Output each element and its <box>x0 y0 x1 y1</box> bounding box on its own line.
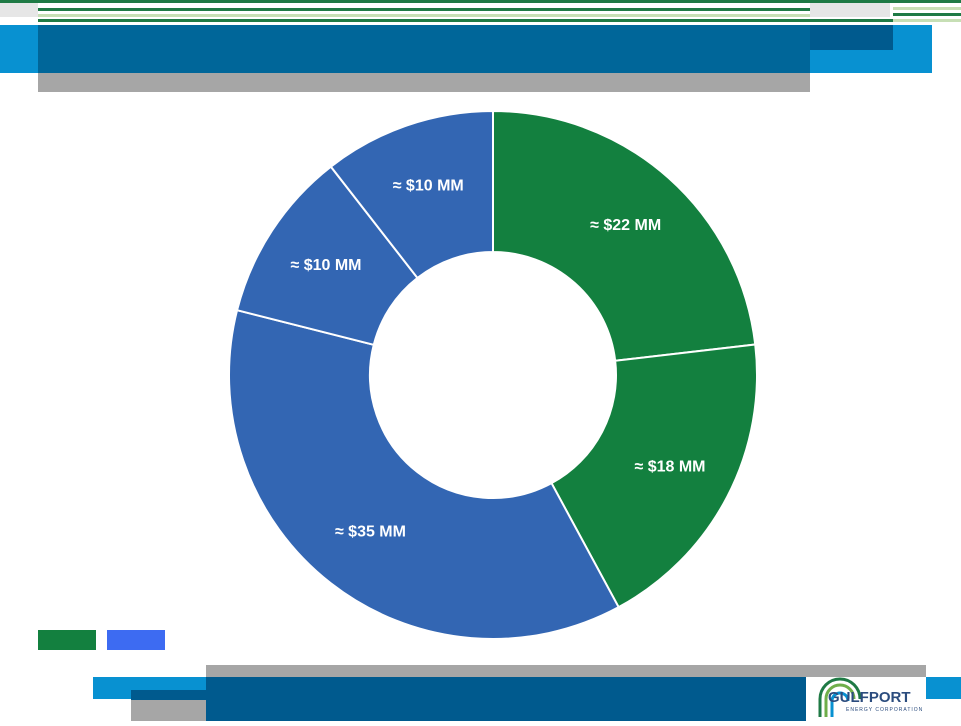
donut-slice-label-0: ≈ $22 MM <box>590 217 661 234</box>
legend-swatch-green <box>38 630 96 650</box>
donut-slice-0 <box>492 109 757 362</box>
donut-slice-2 <box>228 308 621 640</box>
donut-slice-label-4: ≈ $10 MM <box>393 178 464 195</box>
donut-chart: ≈ $22 MM ≈ $18 MM ≈ $35 MM ≈ $10 MM ≈ $10 MM <box>228 109 758 640</box>
logo-box: GULFPORT ENERGY CORPORATION <box>806 677 926 721</box>
logo-tagline: ENERGY CORPORATION <box>846 707 924 713</box>
footer-dark-strip <box>131 690 209 700</box>
logo-name: GULFPORT <box>828 689 911 706</box>
footer-gray-bar <box>206 665 926 677</box>
donut-slice-label-2: ≈ $35 MM <box>335 524 406 541</box>
donut-slice-label-1: ≈ $18 MM <box>634 458 705 475</box>
donut-slice-label-3: ≈ $10 MM <box>290 257 361 274</box>
legend-swatch-blue <box>107 630 165 650</box>
